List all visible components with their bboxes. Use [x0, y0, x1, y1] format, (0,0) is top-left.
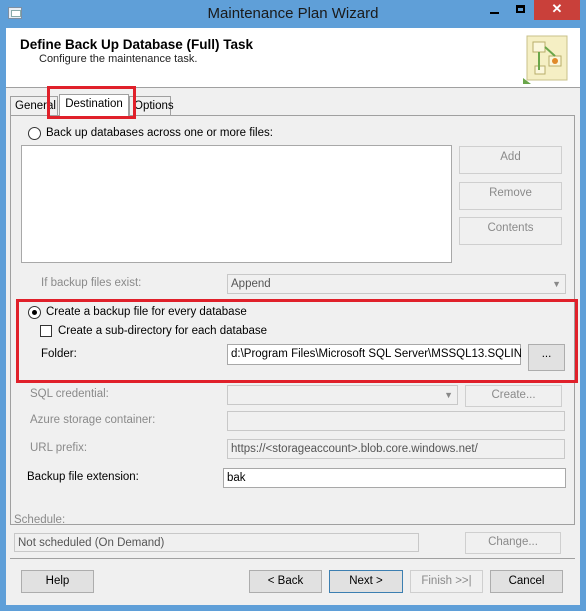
- close-button[interactable]: ✕: [534, 0, 580, 20]
- folder-value: d:\Program Files\Microsoft SQL Server\MS…: [231, 348, 521, 360]
- subdirectory-checkbox[interactable]: [40, 325, 52, 337]
- azure-container-input[interactable]: [227, 411, 565, 431]
- browse-folder-button[interactable]: ...: [528, 344, 565, 371]
- across-files-radio[interactable]: [28, 127, 41, 140]
- folder-input[interactable]: d:\Program Files\Microsoft SQL Server\MS…: [227, 344, 521, 365]
- url-prefix-input[interactable]: https://<storageaccount>.blob.core.windo…: [227, 439, 565, 459]
- title-bar: Maintenance Plan Wizard ✕: [0, 0, 586, 28]
- extension-input[interactable]: bak: [223, 468, 566, 488]
- schedule-label: Schedule:: [14, 514, 66, 526]
- tab-general[interactable]: General: [10, 96, 58, 116]
- minimize-button[interactable]: [481, 0, 507, 20]
- footer-divider: [10, 558, 575, 559]
- minimize-icon: [490, 12, 499, 14]
- close-icon: ✕: [551, 1, 563, 16]
- wizard-client: Define Back Up Database (Full) Task Conf…: [6, 28, 580, 605]
- page-title: Define Back Up Database (Full) Task: [20, 37, 254, 52]
- extension-value: bak: [227, 472, 246, 484]
- create-credential-button[interactable]: Create...: [465, 385, 562, 407]
- schedule-value: Not scheduled (On Demand): [18, 537, 165, 549]
- cancel-button[interactable]: Cancel: [490, 570, 563, 593]
- chevron-down-icon: ▼: [444, 390, 453, 400]
- extension-label: Backup file extension:: [27, 471, 139, 483]
- if-exists-value: Append: [231, 278, 271, 290]
- per-database-radio[interactable]: [28, 306, 41, 319]
- if-exists-select[interactable]: Append ▼: [227, 274, 566, 294]
- tab-destination[interactable]: Destination: [59, 94, 129, 116]
- url-prefix-label: URL prefix:: [30, 442, 88, 454]
- subdirectory-label: Create a sub-directory for each database: [58, 325, 268, 337]
- backup-files-list[interactable]: [21, 145, 452, 263]
- if-exists-label: If backup files exist:: [41, 277, 142, 289]
- help-button[interactable]: Help: [21, 570, 94, 593]
- per-database-label: Create a backup file for every database: [46, 306, 247, 318]
- sql-credential-label: SQL credential:: [30, 388, 109, 400]
- finish-button[interactable]: Finish >>|: [410, 570, 483, 593]
- wizard-graphic-icon: [523, 35, 568, 84]
- maximize-button[interactable]: [507, 0, 534, 20]
- wizard-header: Define Back Up Database (Full) Task Conf…: [6, 28, 580, 88]
- tab-options[interactable]: Options: [129, 96, 174, 116]
- page-subtitle: Configure the maintenance task.: [39, 53, 198, 65]
- change-schedule-button[interactable]: Change...: [465, 532, 561, 554]
- contents-button[interactable]: Contents: [459, 217, 562, 245]
- url-prefix-value: https://<storageaccount>.blob.core.windo…: [231, 443, 478, 455]
- back-button[interactable]: < Back: [249, 570, 322, 593]
- across-files-label: Back up databases across one or more fil…: [46, 127, 273, 139]
- folder-label: Folder:: [41, 348, 77, 360]
- wizard-window: Maintenance Plan Wizard ✕ Define Back Up…: [0, 0, 586, 611]
- sql-credential-select[interactable]: ▼: [227, 385, 458, 405]
- azure-container-label: Azure storage container:: [30, 414, 156, 426]
- maximize-icon: [516, 5, 525, 13]
- remove-button[interactable]: Remove: [459, 182, 562, 210]
- schedule-field: Not scheduled (On Demand): [14, 533, 419, 552]
- next-button[interactable]: Next >: [329, 570, 403, 593]
- chevron-down-icon: ▼: [552, 279, 561, 289]
- add-button[interactable]: Add: [459, 146, 562, 174]
